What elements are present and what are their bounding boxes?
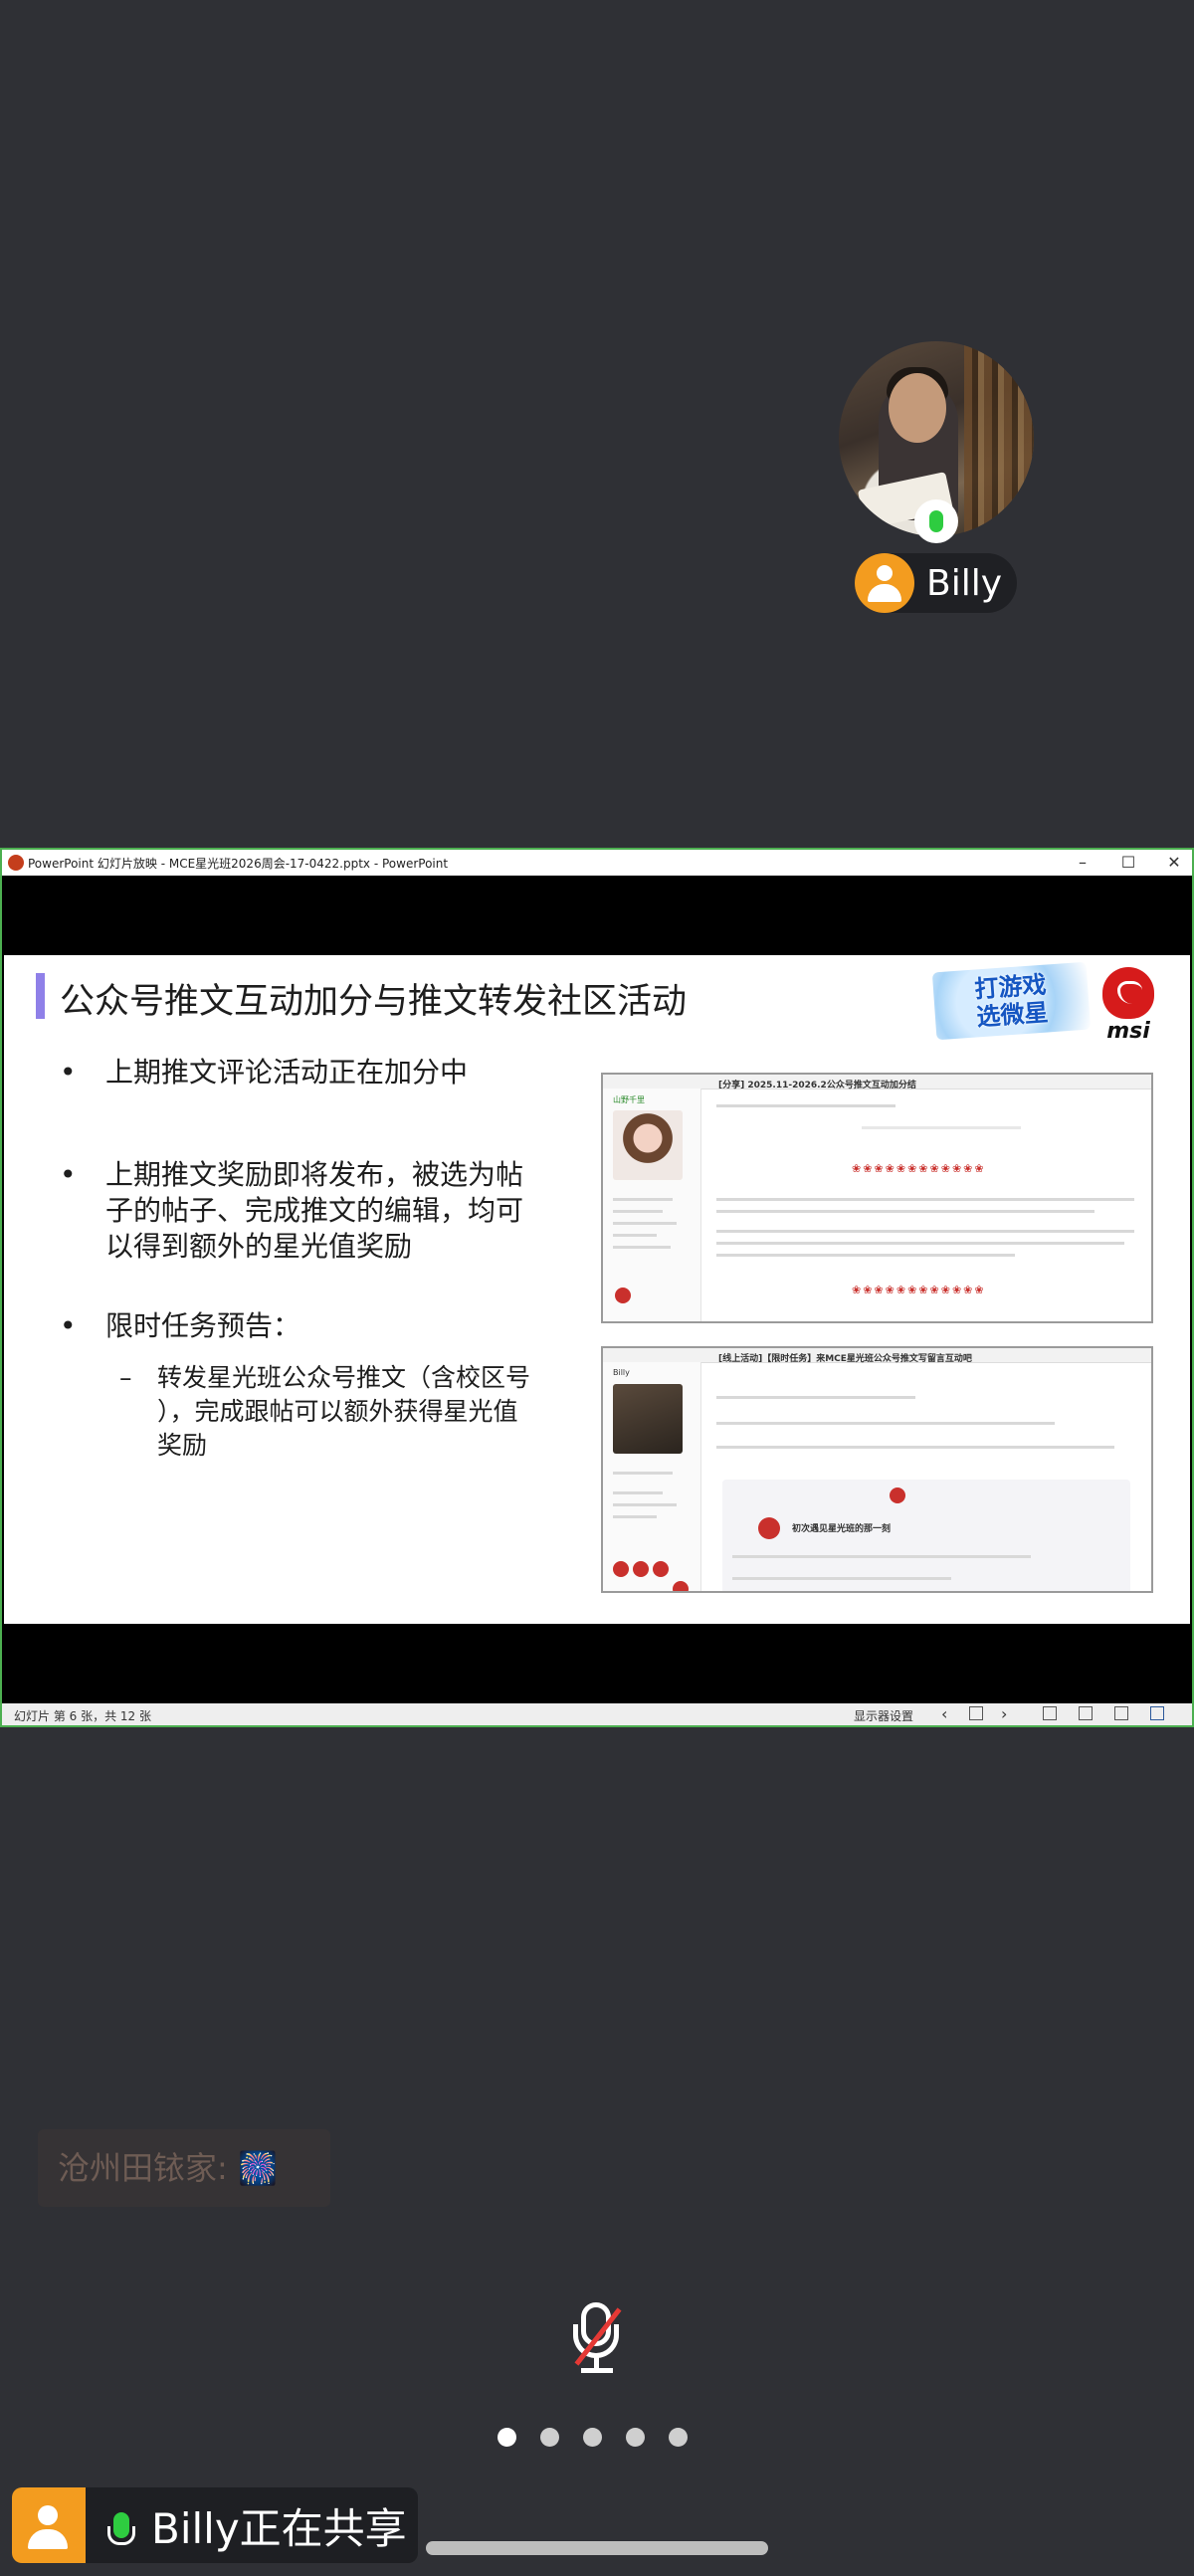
screenshot-1-title: [分享] 2025.11-2026.2公众号推文互动加分结 [718, 1081, 916, 1090]
title-accent-bar [36, 973, 45, 1019]
slide-counter: 幻灯片 第 6 张，共 12 张 [14, 1709, 151, 1723]
normal-view-icon[interactable] [1043, 1706, 1057, 1720]
sharing-label: Billy正在共享 [151, 2503, 407, 2553]
slide-title: 公众号推文互动加分与推文转发社区活动 [60, 982, 688, 1022]
reading-view-icon[interactable] [1114, 1706, 1128, 1720]
page-dot[interactable] [583, 2428, 602, 2447]
screenshot-2-quote-box: 初次遇见星光班的那一刻 [722, 1480, 1130, 1591]
slide-menu-icon[interactable] [969, 1706, 983, 1720]
minimize-button[interactable]: – [1061, 850, 1104, 876]
maximize-button[interactable]: ☐ [1106, 850, 1150, 876]
participant-name-tag: Billy [855, 553, 1017, 613]
powerpoint-icon [8, 855, 24, 871]
forum-screenshot-2: [线上活动]【限时任务】来MCE星光班公众号推文写留言互动吧 Billy 初次遇… [601, 1346, 1153, 1593]
user-icon [855, 553, 914, 613]
page-dot[interactable] [669, 2428, 688, 2447]
game-logo: 打游戏 选微星 [931, 961, 1092, 1041]
display-settings-button[interactable]: 显示器设置 [854, 1707, 913, 1724]
slide-canvas: 公众号推文互动加分与推文转发社区活动 打游戏 选微星 msi 上期推文评论活动正… [4, 955, 1190, 1624]
sharing-banner[interactable]: Billy正在共享 [12, 2487, 418, 2563]
mic-on-icon [914, 499, 958, 543]
shared-screen-window[interactable]: PowerPoint 幻灯片放映 - MCE星光班2026周会-17-0422.… [0, 848, 1194, 1727]
home-indicator[interactable] [426, 2541, 768, 2555]
bullet-2: 上期推文奖励即将发布，被选为帖 子的帖子、完成推文的编辑，均可 以得到额外的星光… [60, 1157, 523, 1265]
mic-muted-icon[interactable] [565, 2298, 629, 2378]
close-button[interactable]: ✕ [1152, 850, 1194, 876]
forum-screenshot-1: [分享] 2025.11-2026.2公众号推文互动加分结 山野千里 ❀❀❀❀❀… [601, 1073, 1153, 1323]
window-titlebar: PowerPoint 幻灯片放映 - MCE星光班2026周会-17-0422.… [2, 850, 1192, 876]
msi-dragon-icon [1102, 967, 1154, 1019]
bullet-1: 上期推文评论活动正在加分中 [60, 1055, 468, 1090]
user-icon [12, 2487, 86, 2563]
prev-slide-icon[interactable]: ‹ [941, 1704, 947, 1723]
sub-bullet-1: 转发星光班公众号推文（含校区号 ），完成跟帖可以额外获得星光值 奖励 [119, 1361, 530, 1463]
screenshot-2-title: [线上活动]【限时任务】来MCE星光班公众号推文写留言互动吧 [718, 1354, 972, 1364]
window-title: PowerPoint 幻灯片放映 - MCE星光班2026周会-17-0422.… [28, 856, 449, 871]
page-dot[interactable] [540, 2428, 559, 2447]
user-photo-1 [613, 1110, 683, 1180]
msi-logo: msi [1098, 967, 1158, 1047]
page-dot[interactable] [498, 2428, 516, 2447]
mic-on-icon [107, 2512, 135, 2545]
participant-name: Billy [926, 562, 1003, 604]
page-dot[interactable] [626, 2428, 645, 2447]
bullet-3: 限时任务预告： [60, 1308, 300, 1344]
slide-sorter-icon[interactable] [1079, 1706, 1093, 1720]
next-slide-icon[interactable]: › [1001, 1704, 1007, 1723]
chat-message: 沧州田铱家: 🎆 [38, 2129, 330, 2207]
status-bar: 幻灯片 第 6 张，共 12 张 显示器设置 ‹ › [2, 1703, 1192, 1725]
page-indicator[interactable] [498, 2428, 688, 2447]
slideshow-view-icon[interactable] [1150, 1706, 1164, 1720]
user-photo-2 [613, 1384, 683, 1454]
